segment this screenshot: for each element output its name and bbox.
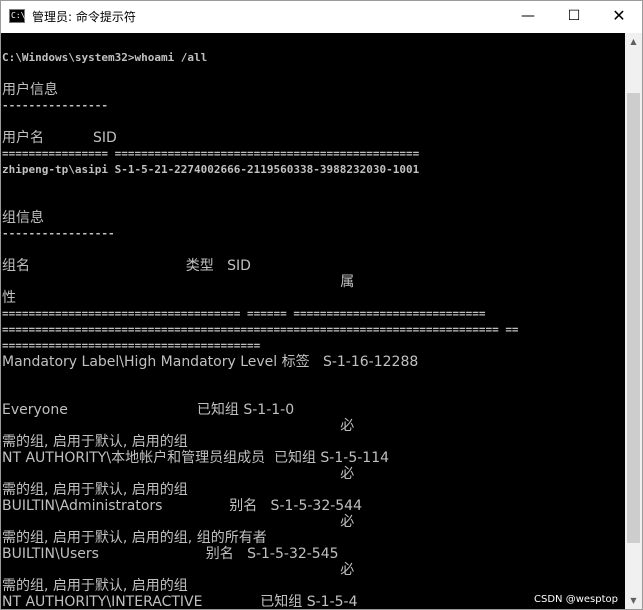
scroll-down-arrow-icon[interactable]: ▼ <box>625 592 642 609</box>
console-line: 必 <box>2 562 355 578</box>
console-line: 组名 类型 SID <box>2 258 251 274</box>
console-line: 必 <box>2 418 355 434</box>
console-line: zhipeng-tp\asipi S-1-5-21-2274002666-211… <box>2 163 420 176</box>
vertical-scrollbar[interactable]: ▲ ▼ <box>625 33 642 609</box>
cmd-icon-text: C:\. <box>11 11 31 20</box>
console-line: 必 <box>2 514 355 530</box>
console-line: 需的组, 启用于默认, 启用的组 <box>2 578 188 594</box>
console-line: 需的组, 启用于默认, 启用的组 <box>2 434 188 450</box>
window-title: 管理员: 命令提示符 <box>32 10 136 24</box>
console-line: 组信息 <box>2 210 44 226</box>
console-line: BUILTIN\Administrators 别名 S-1-5-32-544 <box>2 498 363 514</box>
console-line: C:\Windows\system32>whoami /all <box>2 51 208 64</box>
console-line: NT AUTHORITY\本地帐户和管理员组成员 已知组 S-1-5-114 <box>2 450 390 466</box>
scrollbar-thumb[interactable] <box>627 93 640 543</box>
watermark: CSDN @wesptop <box>534 594 618 605</box>
maximize-button[interactable]: ☐ <box>551 1 597 33</box>
console-output[interactable]: C:\Windows\system32>whoami /all 用户信息 ---… <box>1 33 625 609</box>
console-line: 属 <box>2 274 355 290</box>
cmd-app-icon[interactable]: C:\. <box>9 9 30 23</box>
console-line: 必 <box>2 466 355 482</box>
console-line: ========================================… <box>2 323 519 336</box>
console-line: 用户名 SID <box>2 130 117 146</box>
console-line: NT AUTHORITY\INTERACTIVE 已知组 S-1-5-4 <box>2 594 358 609</box>
scroll-up-arrow-icon[interactable]: ▲ <box>625 33 642 50</box>
console-line: Mandatory Label\High Mandatory Level 标签 … <box>2 354 419 370</box>
console-line: ---------------- <box>2 99 108 112</box>
minimize-button[interactable]: — <box>505 1 551 33</box>
console-line: 性 <box>2 290 16 306</box>
title-bar[interactable]: C:\. 管理员: 命令提示符 — ☐ ✕ <box>1 1 642 33</box>
close-button[interactable]: ✕ <box>596 1 642 33</box>
console-line: ----------------- <box>2 227 115 240</box>
console-line: ==================================== ===… <box>2 307 486 320</box>
console-line: BUILTIN\Users 别名 S-1-5-32-545 <box>2 546 339 562</box>
console-line: ================ =======================… <box>2 147 420 160</box>
console-line: 需的组, 启用于默认, 启用的组 <box>2 482 188 498</box>
console-line: 需的组, 启用于默认, 启用的组, 组的所有者 <box>2 530 267 546</box>
console-line: 用户信息 <box>2 82 58 98</box>
console-line: ======================================= <box>2 339 261 352</box>
console-line: Everyone 已知组 S-1-1-0 <box>2 402 295 418</box>
command-prompt-window: C:\. 管理员: 命令提示符 — ☐ ✕ C:\Windows\system3… <box>0 0 643 610</box>
